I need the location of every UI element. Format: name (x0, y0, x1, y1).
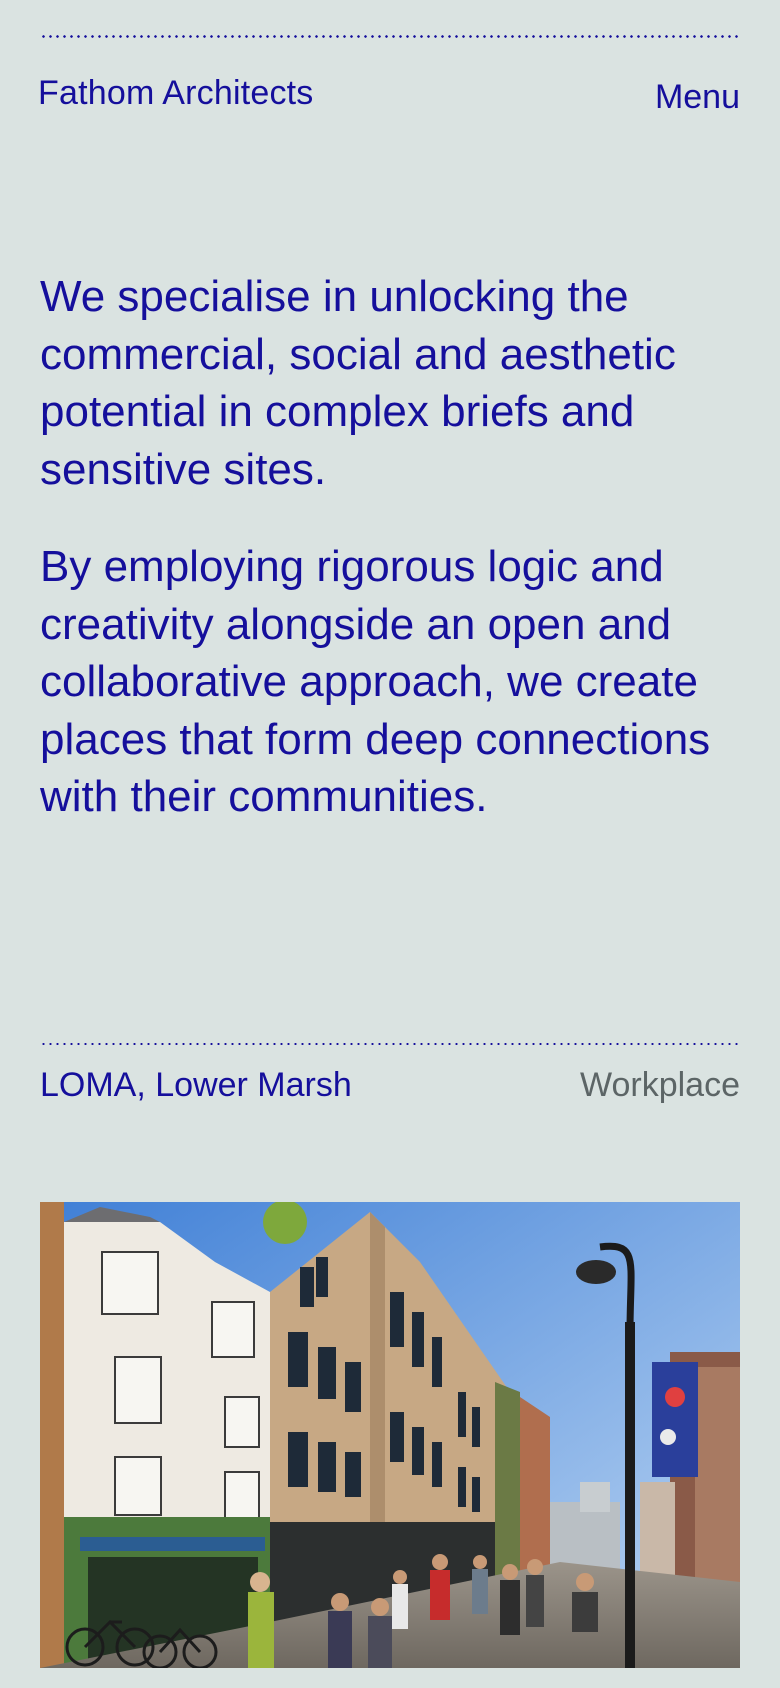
project-photo[interactable] (40, 1202, 740, 1668)
featured-project-header: LOMA, Lower Marsh Workplace (40, 1066, 740, 1105)
project-category: Workplace (580, 1066, 740, 1104)
intro-paragraph-2: By employing rigorous logic and creativi… (40, 542, 711, 821)
project-name-link[interactable]: LOMA, Lower Marsh (40, 1066, 352, 1105)
menu-button[interactable]: Menu (655, 78, 740, 117)
top-divider (40, 35, 740, 38)
intro-paragraph-1: We specialise in unlocking the commercia… (40, 272, 676, 494)
street-photo-image (40, 1202, 740, 1668)
brand-logo-text[interactable]: Fathom Architects (38, 74, 314, 113)
project-divider (40, 1043, 740, 1045)
intro-text: We specialise in unlocking the commercia… (40, 268, 750, 866)
